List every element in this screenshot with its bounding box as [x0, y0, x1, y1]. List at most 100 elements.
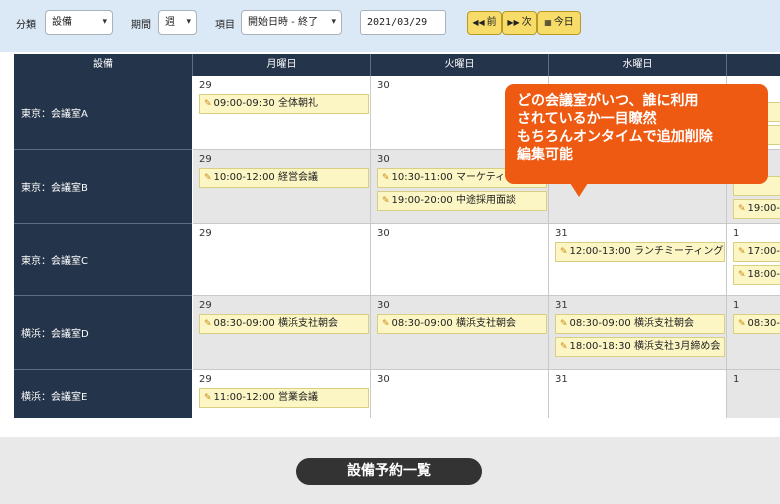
- day-cell[interactable]: 30: [371, 224, 549, 296]
- today-button[interactable]: ▦ 今日: [537, 11, 581, 35]
- callout-line: どの会議室がいつ、誰に利用: [517, 93, 699, 109]
- pencil-icon: ✎: [738, 319, 746, 329]
- row-header: 東京：会議室C: [14, 224, 192, 296]
- day-number: 29: [199, 374, 212, 385]
- day-number: 31: [555, 374, 568, 385]
- day-cell[interactable]: 29 ✎ 08:30-09:00 横浜支社朝会: [193, 296, 371, 370]
- column-header-wednesday: 水曜日: [549, 54, 727, 76]
- day-number: 1: [733, 300, 740, 311]
- calendar-icon: ▦: [544, 18, 552, 27]
- forward-icon: ▶▶: [507, 18, 520, 27]
- event-label: 18:00-: [747, 269, 780, 280]
- day-cell[interactable]: 29: [193, 224, 371, 296]
- event-label: 19:00-20:00 中途採用面談: [391, 195, 516, 206]
- event-item[interactable]: ✎ 19:00-: [733, 199, 780, 219]
- day-cell[interactable]: 1: [727, 370, 780, 418]
- day-cell[interactable]: 30 ✎ 08:30-09:00 横浜支社朝会: [371, 296, 549, 370]
- pencil-icon: ✎: [382, 196, 390, 206]
- event-item[interactable]: ✎ 08:30-: [733, 314, 780, 334]
- date-input[interactable]: 2021/03/29: [360, 10, 446, 35]
- event-item[interactable]: ✎ 18:00-: [733, 265, 780, 285]
- item-select[interactable]: 開始日時 - 終了 ▾: [241, 10, 342, 35]
- day-cell[interactable]: 31 ✎ 08:30-09:00 横浜支社朝会 ✎ 18:00-18:30 横浜支社…: [549, 296, 727, 370]
- day-number: 1: [733, 374, 740, 385]
- day-cell[interactable]: 29 ✎ 10:00-12:00 経営会議: [193, 150, 371, 224]
- day-cell[interactable]: 29 ✎ 09:00-09:30 全体朝礼: [193, 76, 371, 150]
- event-item[interactable]: ✎ 10:00-12:00 経営会議: [199, 168, 369, 188]
- event-item[interactable]: ✎ 08:30-09:00 横浜支社朝会: [377, 314, 547, 334]
- day-number: 1: [733, 228, 740, 239]
- prev-button-label: 前: [486, 17, 497, 28]
- next-button-label: 次: [521, 17, 532, 28]
- pencil-icon: ✎: [382, 173, 390, 183]
- toolbar: 分類 設備 ▾ 期間 週 ▾ 項目 開始日時 - 終了 ▾ 2021/03/29…: [0, 0, 780, 52]
- column-header-monday: 月曜日: [193, 54, 371, 76]
- day-cell[interactable]: 1 ✎ 17:00- ✎ 18:00-: [727, 224, 780, 296]
- row-header: 横浜：会議室E: [14, 370, 192, 418]
- callout-line: されているか一目瞭然: [517, 111, 657, 127]
- pencil-icon: ✎: [204, 173, 212, 183]
- feature-callout: どの会議室がいつ、誰に利用 されているか一目瞭然 もちろんオンタイムで追加削除 …: [505, 84, 768, 184]
- event-item[interactable]: ✎ 19:00-20:00 中途採用面談: [377, 191, 547, 211]
- category-select[interactable]: 設備 ▾: [45, 10, 113, 35]
- callout-line: もちろんオンタイムで追加削除: [517, 129, 713, 145]
- row-header: 東京：会議室B: [14, 150, 192, 224]
- pencil-icon: ✎: [738, 247, 746, 257]
- day-number: 30: [377, 228, 390, 239]
- day-number: 31: [555, 228, 568, 239]
- period-label: 期間: [131, 20, 151, 31]
- day-cell[interactable]: 29 ✎ 11:00-12:00 営業会議: [193, 370, 371, 418]
- event-label: 08:30-09:00 横浜支社朝会: [391, 318, 516, 329]
- row-header: 横浜：会議室D: [14, 296, 192, 370]
- pencil-icon: ✎: [204, 99, 212, 109]
- rewind-icon: ◀◀: [472, 18, 485, 27]
- category-label: 分類: [16, 20, 36, 31]
- chevron-down-icon: ▾: [186, 17, 191, 27]
- row-header: 東京：会議室A: [14, 76, 192, 150]
- pencil-icon: ✎: [738, 204, 746, 214]
- event-item[interactable]: ✎ 08:30-09:00 横浜支社朝会: [555, 314, 725, 334]
- event-label: 19:00-: [747, 203, 780, 214]
- category-select-value: 設備: [52, 17, 72, 28]
- day-number: 31: [555, 300, 568, 311]
- item-label: 項目: [215, 20, 235, 31]
- next-button[interactable]: ▶▶ 次: [502, 11, 537, 35]
- event-label: 08:30-09:00 横浜支社朝会: [569, 318, 694, 329]
- event-item[interactable]: ✎ 17:00-: [733, 242, 780, 262]
- event-item[interactable]: ✎12:00-13:00 ランチミーティング（ミ: [555, 242, 725, 262]
- event-label: 08:30-09:00 横浜支社朝会: [213, 318, 338, 329]
- day-number: 30: [377, 374, 390, 385]
- period-select-value: 週: [165, 17, 175, 28]
- pencil-icon: ✎: [738, 270, 746, 280]
- pencil-icon: ✎: [204, 319, 212, 329]
- period-select[interactable]: 週 ▾: [158, 10, 197, 35]
- event-label: 09:00-09:30 全体朝礼: [213, 98, 318, 109]
- event-item[interactable]: ✎ 11:00-12:00 営業会議: [199, 388, 369, 408]
- section-title-pill: 設備予約一覧: [296, 458, 482, 485]
- callout-pointer: [570, 183, 588, 197]
- today-button-label: 今日: [553, 17, 574, 28]
- prev-button[interactable]: ◀◀ 前: [467, 11, 502, 35]
- day-number: 30: [377, 300, 390, 311]
- day-number: 29: [199, 154, 212, 165]
- column-header-thursday: [727, 54, 780, 76]
- pencil-icon: ✎: [204, 393, 212, 403]
- pencil-icon: ✎: [382, 319, 390, 329]
- day-cell[interactable]: 31: [549, 370, 727, 418]
- callout-line: 編集可能: [517, 147, 573, 163]
- day-cell[interactable]: 1 ✎ 08:30-: [727, 296, 780, 370]
- pencil-icon: ✎: [560, 319, 568, 329]
- day-cell[interactable]: 31 ✎12:00-13:00 ランチミーティング（ミ: [549, 224, 727, 296]
- day-cell[interactable]: 30: [371, 370, 549, 418]
- column-header-facility: 設備: [14, 54, 193, 76]
- event-label: 12:00-13:00 ランチミーティング（ミ: [569, 246, 724, 257]
- event-item[interactable]: ✎ 09:00-09:30 全体朝礼: [199, 94, 369, 114]
- event-label: 11:00-12:00 営業会議: [213, 392, 318, 403]
- pencil-icon: ✎: [560, 342, 568, 352]
- chevron-down-icon: ▾: [331, 17, 336, 27]
- footer: 設備予約一覧: [0, 437, 780, 504]
- event-item[interactable]: ✎ 18:00-18:30 横浜支社3月締め会: [555, 337, 725, 357]
- item-select-value: 開始日時 - 終了: [248, 17, 318, 28]
- pencil-icon: ✎: [560, 247, 568, 257]
- event-item[interactable]: ✎ 08:30-09:00 横浜支社朝会: [199, 314, 369, 334]
